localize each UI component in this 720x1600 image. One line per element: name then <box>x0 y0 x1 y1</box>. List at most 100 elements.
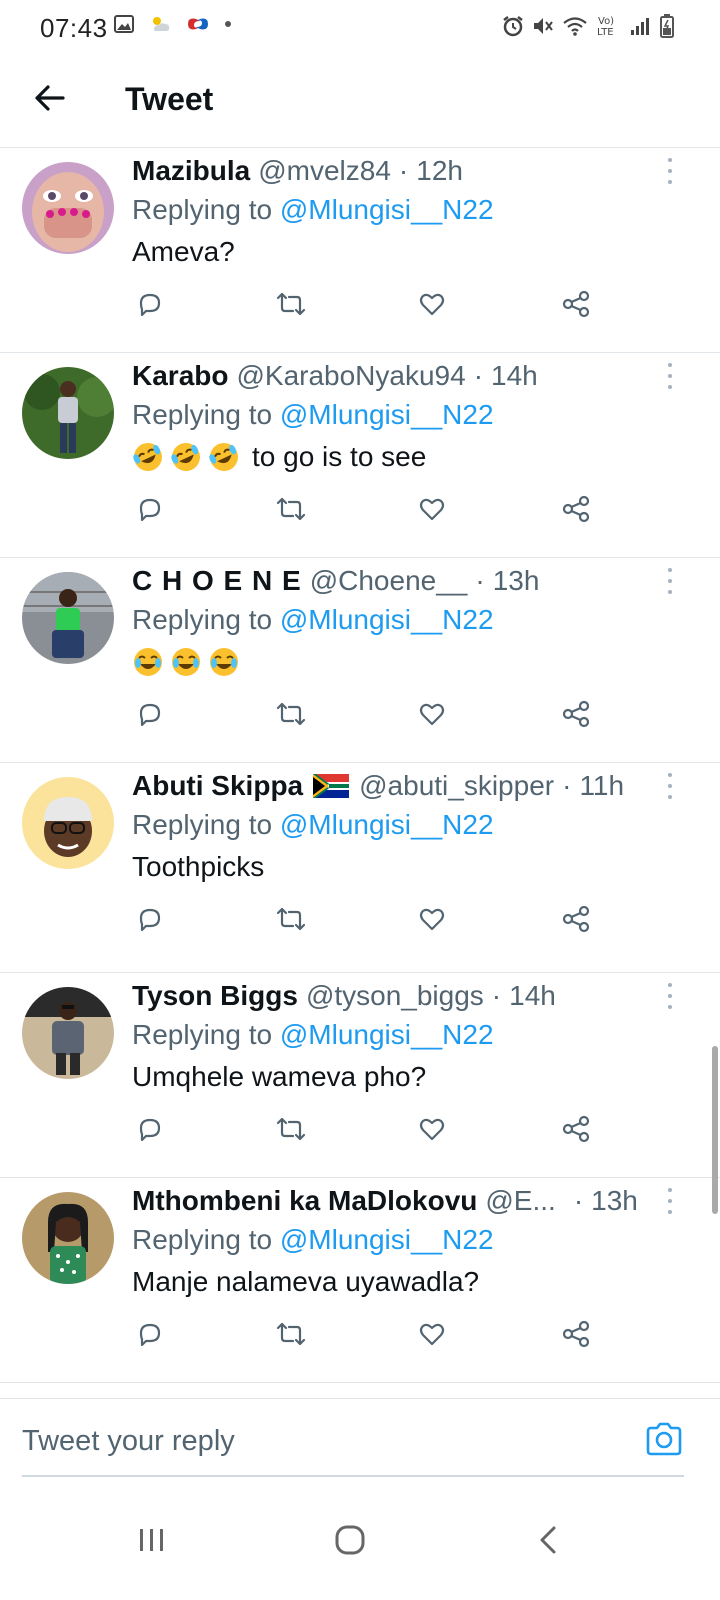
replying-to: Replying to @Mlungisi__N22 <box>132 194 494 226</box>
camera-icon[interactable] <box>644 1421 684 1461</box>
scrollbar-thumb[interactable] <box>712 1046 718 1214</box>
signal-icon <box>630 16 652 36</box>
replying-prefix: Replying to <box>132 604 273 635</box>
reply-icon[interactable] <box>132 901 168 937</box>
tweet-item[interactable]: Tyson Biggs @tyson_biggs · 14h Replying … <box>0 973 720 1178</box>
tweet-item-partial[interactable] <box>0 1383 720 1398</box>
app-notification-icon <box>186 15 210 33</box>
author-handle[interactable]: @mvelz84 <box>258 155 391 187</box>
tweet-item[interactable]: Mazibula @mvelz84 · 12h Replying to @Mlu… <box>0 148 720 353</box>
status-right-icons: Vo) LTE <box>502 14 674 38</box>
wifi-icon <box>562 15 588 37</box>
tweet-time[interactable]: 14h <box>491 360 538 392</box>
author-name[interactable]: Abuti Skippa <box>132 770 303 802</box>
retweet-icon[interactable] <box>273 491 309 527</box>
like-icon[interactable] <box>414 491 450 527</box>
back-button[interactable] <box>30 80 70 120</box>
avatar[interactable] <box>22 987 114 1079</box>
dot-icon <box>224 20 232 28</box>
tweet-time[interactable]: 12h <box>416 155 463 187</box>
reply-icon[interactable] <box>132 696 168 732</box>
tweet-item[interactable]: Karabo @KaraboNyaku94 · 14h Replying to … <box>0 353 720 558</box>
separator-dot: · <box>473 360 484 391</box>
replying-prefix: Replying to <box>132 809 273 840</box>
separator-dot: · <box>573 1185 584 1216</box>
tweet-time[interactable]: 13h <box>591 1185 638 1217</box>
avatar[interactable] <box>22 777 114 869</box>
author-name[interactable]: C H O E N E <box>132 565 302 597</box>
share-icon[interactable] <box>558 696 594 732</box>
mention-link[interactable]: @Mlungisi__N22 <box>280 399 494 430</box>
avatar[interactable] <box>22 572 114 664</box>
back-icon[interactable] <box>518 1510 578 1570</box>
tweet-text-content: Umqhele wameva pho? <box>132 1061 427 1092</box>
author-handle[interactable]: @Choene__ <box>310 565 468 597</box>
share-icon[interactable] <box>558 286 594 322</box>
battery-icon <box>660 14 674 38</box>
tweet-feed[interactable]: Mazibula @mvelz84 · 12h Replying to @Mlu… <box>0 148 720 1398</box>
tweet-time[interactable]: 13h <box>493 565 540 597</box>
retweet-icon[interactable] <box>273 286 309 322</box>
tweet-time[interactable]: 11h <box>579 770 624 802</box>
tweet-text-content: Manje nalameva uyawadla? <box>132 1266 480 1297</box>
author-name[interactable]: Mazibula <box>132 155 250 187</box>
author-name[interactable]: Tyson Biggs <box>132 980 298 1012</box>
share-icon[interactable] <box>558 1111 594 1147</box>
like-icon[interactable] <box>414 1111 450 1147</box>
more-options-icon[interactable] <box>660 981 680 1011</box>
mention-link[interactable]: @Mlungisi__N22 <box>280 604 494 635</box>
author-name[interactable]: Mthombeni ka MaDlokovu <box>132 1185 477 1217</box>
like-icon[interactable] <box>414 1316 450 1352</box>
retweet-icon[interactable] <box>273 1111 309 1147</box>
reply-icon[interactable] <box>132 1111 168 1147</box>
retweet-icon[interactable] <box>273 696 309 732</box>
more-options-icon[interactable] <box>660 156 680 186</box>
share-icon[interactable] <box>558 491 594 527</box>
avatar[interactable] <box>22 162 114 254</box>
avatar[interactable] <box>22 367 114 459</box>
reply-input[interactable]: Tweet your reply <box>22 1425 235 1458</box>
mention-link[interactable]: @Mlungisi__N22 <box>280 1224 494 1255</box>
replying-to: Replying to @Mlungisi__N22 <box>132 399 494 431</box>
retweet-icon[interactable] <box>273 901 309 937</box>
tweet-text-content: Ameva? <box>132 236 235 267</box>
reply-icon[interactable] <box>132 286 168 322</box>
svg-text:LTE: LTE <box>597 27 614 38</box>
avatar[interactable] <box>22 1192 114 1284</box>
more-options-icon[interactable] <box>660 1186 680 1216</box>
author-handle[interactable]: @KaraboNyaku94 <box>236 360 465 392</box>
tweet-text-content: to go is to see <box>252 441 427 472</box>
replying-to: Replying to @Mlungisi__N22 <box>132 604 494 636</box>
separator-dot: · <box>562 770 572 801</box>
tweet-actions <box>132 286 612 326</box>
more-options-icon[interactable] <box>660 771 680 801</box>
recent-apps-icon[interactable] <box>122 1510 182 1570</box>
more-options-icon[interactable] <box>660 361 680 391</box>
author-handle[interactable]: @E... <box>485 1185 555 1217</box>
like-icon[interactable] <box>414 696 450 732</box>
retweet-icon[interactable] <box>273 1316 309 1352</box>
mention-link[interactable]: @Mlungisi__N22 <box>280 1019 494 1050</box>
reply-composer: Tweet your reply <box>0 1398 720 1488</box>
like-icon[interactable] <box>414 286 450 322</box>
tweet-item[interactable]: Abuti Skippa @abuti_skipper · 11h Replyi… <box>0 763 720 973</box>
tweet-item[interactable]: C H O E N E @Choene__ · 13h Replying to … <box>0 558 720 763</box>
rolling-laughing-emoji <box>209 443 238 471</box>
mention-link[interactable]: @Mlungisi__N22 <box>280 809 494 840</box>
author-name[interactable]: Karabo <box>132 360 228 392</box>
reply-icon[interactable] <box>132 1316 168 1352</box>
author-handle[interactable]: @abuti_skipper <box>359 770 554 802</box>
tweet-time[interactable]: 14h <box>509 980 556 1012</box>
mention-link[interactable]: @Mlungisi__N22 <box>280 194 494 225</box>
author-handle[interactable]: @tyson_biggs <box>306 980 484 1012</box>
reply-icon[interactable] <box>132 491 168 527</box>
tweet-actions <box>132 1316 612 1356</box>
share-icon[interactable] <box>558 901 594 937</box>
more-options-icon[interactable] <box>660 566 680 596</box>
tweet-item[interactable]: Mthombeni ka MaDlokovu @E... · 13h Reply… <box>0 1178 720 1383</box>
replying-prefix: Replying to <box>132 399 273 430</box>
mute-icon <box>532 15 554 37</box>
share-icon[interactable] <box>558 1316 594 1352</box>
like-icon[interactable] <box>414 901 450 937</box>
home-icon[interactable] <box>320 1510 380 1570</box>
